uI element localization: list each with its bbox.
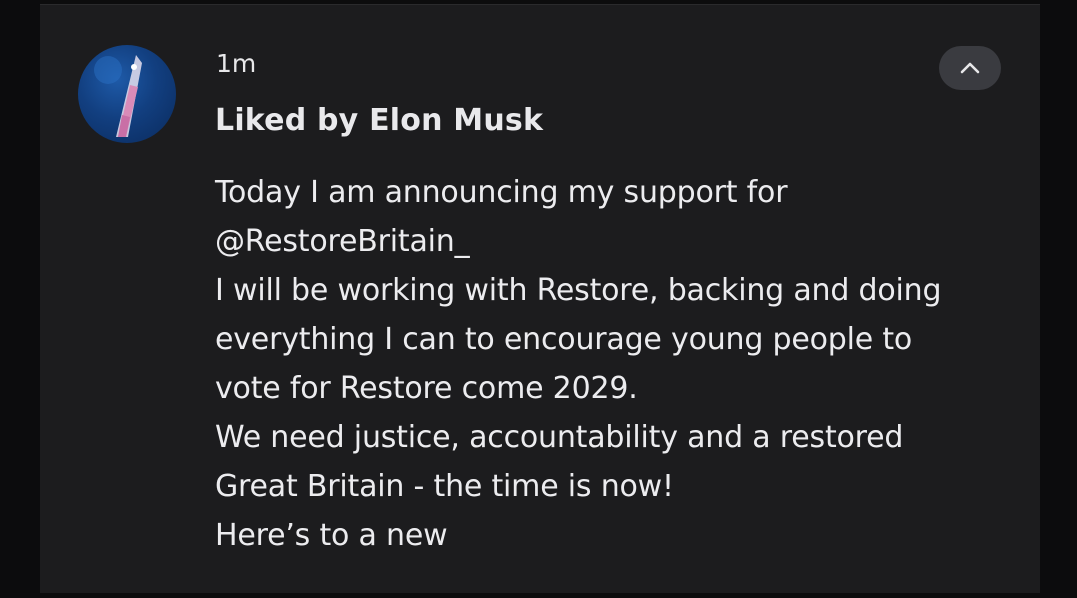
body-line: Great Britain - the time is now! — [215, 469, 674, 504]
timestamp: 1m — [216, 49, 257, 78]
notification-card[interactable]: 1m Liked by Elon Musk Today I am announc… — [40, 4, 1040, 593]
body-line: @RestoreBritain_ — [215, 224, 470, 259]
chevron-up-icon — [960, 62, 980, 74]
body-line: everything I can to encourage young peop… — [215, 322, 913, 357]
body-line: We need justice, accountability and a re… — [215, 420, 904, 455]
collapse-button[interactable] — [939, 46, 1001, 90]
body-line: I will be working with Restore, backing … — [215, 273, 942, 308]
notification-title: Liked by Elon Musk — [215, 103, 544, 138]
body-line: Here’s to a new — [215, 518, 448, 553]
rocket-avatar-icon — [94, 55, 142, 137]
avatar — [78, 45, 176, 143]
body-line: Today I am announcing my support for — [215, 175, 788, 210]
body-line: vote for Restore come 2029. — [215, 371, 638, 406]
notification-body: Today I am announcing my support for @Re… — [215, 168, 1015, 560]
